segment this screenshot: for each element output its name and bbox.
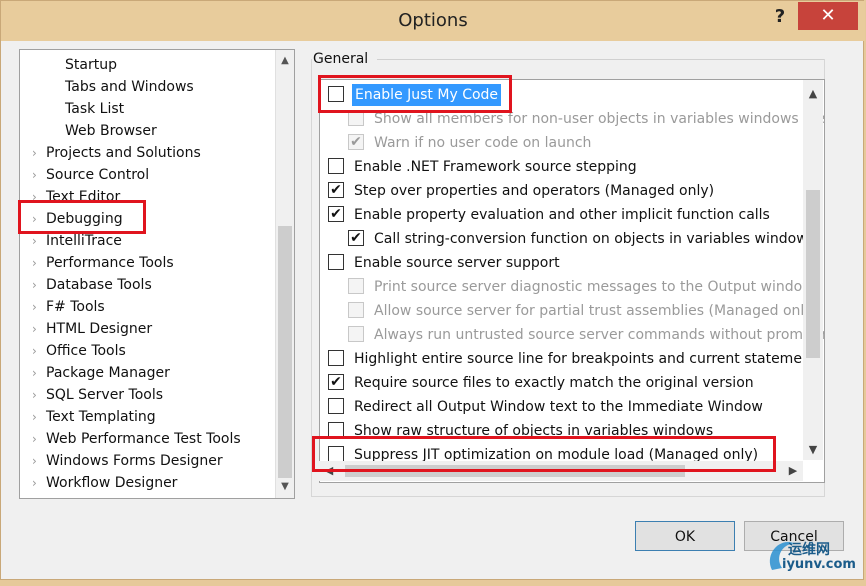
option-label: Always run untrusted source server comma…: [374, 327, 825, 343]
expand-chevron-icon[interactable]: ›: [32, 164, 37, 186]
option-label: Warn if no user code on launch: [374, 135, 592, 151]
tree-item-label: Source Control: [46, 167, 150, 183]
tree-scrollbar[interactable]: ▲ ▼: [275, 50, 294, 498]
tree-item[interactable]: Task List: [20, 98, 274, 120]
scroll-up-arrow-icon[interactable]: ▲: [276, 52, 294, 70]
expand-chevron-icon[interactable]: ›: [32, 142, 37, 164]
tree-item[interactable]: › HTML Designer: [20, 318, 274, 340]
tree-item[interactable]: › Windows Forms Designer: [20, 450, 274, 472]
tree-item[interactable]: › Source Control: [20, 164, 274, 186]
options-scroll-thumb[interactable]: [806, 190, 820, 358]
ok-button[interactable]: OK: [635, 521, 735, 551]
options-vertical-scrollbar[interactable]: ▲ ▼: [803, 80, 823, 460]
tree-item-label: Task List: [65, 101, 125, 117]
tree-item[interactable]: › Projects and Solutions: [20, 142, 274, 164]
option-label: Enable property evaluation and other imp…: [354, 207, 770, 223]
tree-item-label: Workflow Designer: [46, 475, 178, 491]
chevron-down-icon[interactable]: ▼: [803, 440, 823, 460]
tree-scroll-thumb[interactable]: [278, 226, 292, 478]
tree-item-label: Tabs and Windows: [65, 79, 194, 95]
tree-item-label: Web Performance Test Tools: [46, 431, 241, 447]
help-button[interactable]: ?: [769, 5, 791, 29]
category-tree[interactable]: Startup Tabs and Windows Task List Web Brow…: [19, 49, 295, 499]
window-title: Options: [398, 10, 468, 31]
expand-chevron-icon[interactable]: ›: [32, 428, 37, 450]
watermark-text: 运维网: [788, 542, 830, 558]
scroll-down-arrow-icon[interactable]: ▼: [276, 478, 294, 496]
option-label: Require source files to exactly match th…: [354, 375, 754, 391]
tree-item[interactable]: › SQL Server Tools: [20, 384, 274, 406]
expand-chevron-icon[interactable]: ›: [32, 340, 37, 362]
options-list: Enable Just My Code Show all members for …: [319, 79, 825, 483]
expand-chevron-icon[interactable]: ›: [32, 406, 37, 428]
tree-item[interactable]: Startup: [20, 54, 274, 76]
checkbox-checked[interactable]: ✔: [328, 206, 344, 222]
option-label: Highlight entire source line for breakpo…: [354, 351, 817, 367]
tree-item-label: Database Tools: [46, 277, 152, 293]
tree-item-label: Web Browser: [65, 123, 157, 139]
checkbox-checked: ✔: [348, 134, 364, 150]
checkbox: [348, 278, 364, 294]
checkbox-checked[interactable]: ✔: [328, 374, 344, 390]
expand-chevron-icon[interactable]: ›: [32, 296, 37, 318]
option-label: Redirect all Output Window text to the I…: [354, 399, 763, 415]
tree-item[interactable]: › Text Templating: [20, 406, 274, 428]
checkbox[interactable]: [328, 254, 344, 270]
tree-item-label: Projects and Solutions: [46, 145, 201, 161]
tree-item[interactable]: Tabs and Windows: [20, 76, 274, 98]
chevron-right-icon[interactable]: ▶: [783, 461, 803, 481]
highlight-debugging: [18, 200, 146, 234]
option-label: Allow source server for partial trust as…: [374, 303, 819, 319]
tree-item[interactable]: › Workflow Designer: [20, 472, 274, 494]
tree-item-label: F# Tools: [46, 299, 105, 315]
expand-chevron-icon[interactable]: ›: [32, 274, 37, 296]
option-label: Step over properties and operators (Mana…: [354, 183, 715, 199]
checkbox-checked[interactable]: ✔: [348, 230, 364, 246]
checkbox[interactable]: [328, 158, 344, 174]
option-label: Enable source server support: [354, 255, 560, 271]
option-label: Print source server diagnostic messages …: [374, 279, 814, 295]
tree-item[interactable]: › Web Performance Test Tools: [20, 428, 274, 450]
watermark-url: iyunv.com: [782, 557, 856, 572]
tree-item-label: Performance Tools: [46, 255, 174, 271]
tree-item-label: Windows Forms Designer: [46, 453, 223, 469]
highlight-enable-just-my-code: [318, 75, 512, 113]
expand-chevron-icon[interactable]: ›: [32, 450, 37, 472]
tree-item[interactable]: › Database Tools: [20, 274, 274, 296]
highlight-suppress-jit: [312, 436, 776, 472]
tree-item-label: Startup: [65, 57, 117, 73]
tree-item-label: Package Manager: [46, 365, 170, 381]
option-label: Enable .NET Framework source stepping: [354, 159, 637, 175]
expand-chevron-icon[interactable]: ›: [32, 318, 37, 340]
option-label: Call string-conversion function on objec…: [374, 231, 815, 247]
tree-item-label: SQL Server Tools: [46, 387, 164, 403]
tree-item[interactable]: › Office Tools: [20, 340, 274, 362]
tree-item-label: Text Templating: [46, 409, 156, 425]
tree-item[interactable]: › F# Tools: [20, 296, 274, 318]
checkbox: [348, 326, 364, 342]
expand-chevron-icon[interactable]: ›: [32, 384, 37, 406]
tree-item[interactable]: › Package Manager: [20, 362, 274, 384]
tree-item-label: Office Tools: [46, 343, 126, 359]
expand-chevron-icon[interactable]: ›: [32, 252, 37, 274]
title-bar[interactable]: Options ? ✕: [1, 1, 865, 41]
checkbox[interactable]: [328, 350, 344, 366]
expand-chevron-icon[interactable]: ›: [32, 472, 37, 494]
category-list: Startup Tabs and Windows Task List Web Brow…: [20, 54, 274, 494]
checkbox[interactable]: [328, 398, 344, 414]
checkbox-checked[interactable]: ✔: [328, 182, 344, 198]
checkbox: [348, 302, 364, 318]
tree-item[interactable]: › Performance Tools: [20, 252, 274, 274]
expand-chevron-icon[interactable]: ›: [32, 362, 37, 384]
tree-item-label: HTML Designer: [46, 321, 153, 337]
tree-item[interactable]: Web Browser: [20, 120, 274, 142]
close-button[interactable]: ✕: [798, 2, 858, 30]
chevron-up-icon[interactable]: ▲: [803, 84, 823, 104]
